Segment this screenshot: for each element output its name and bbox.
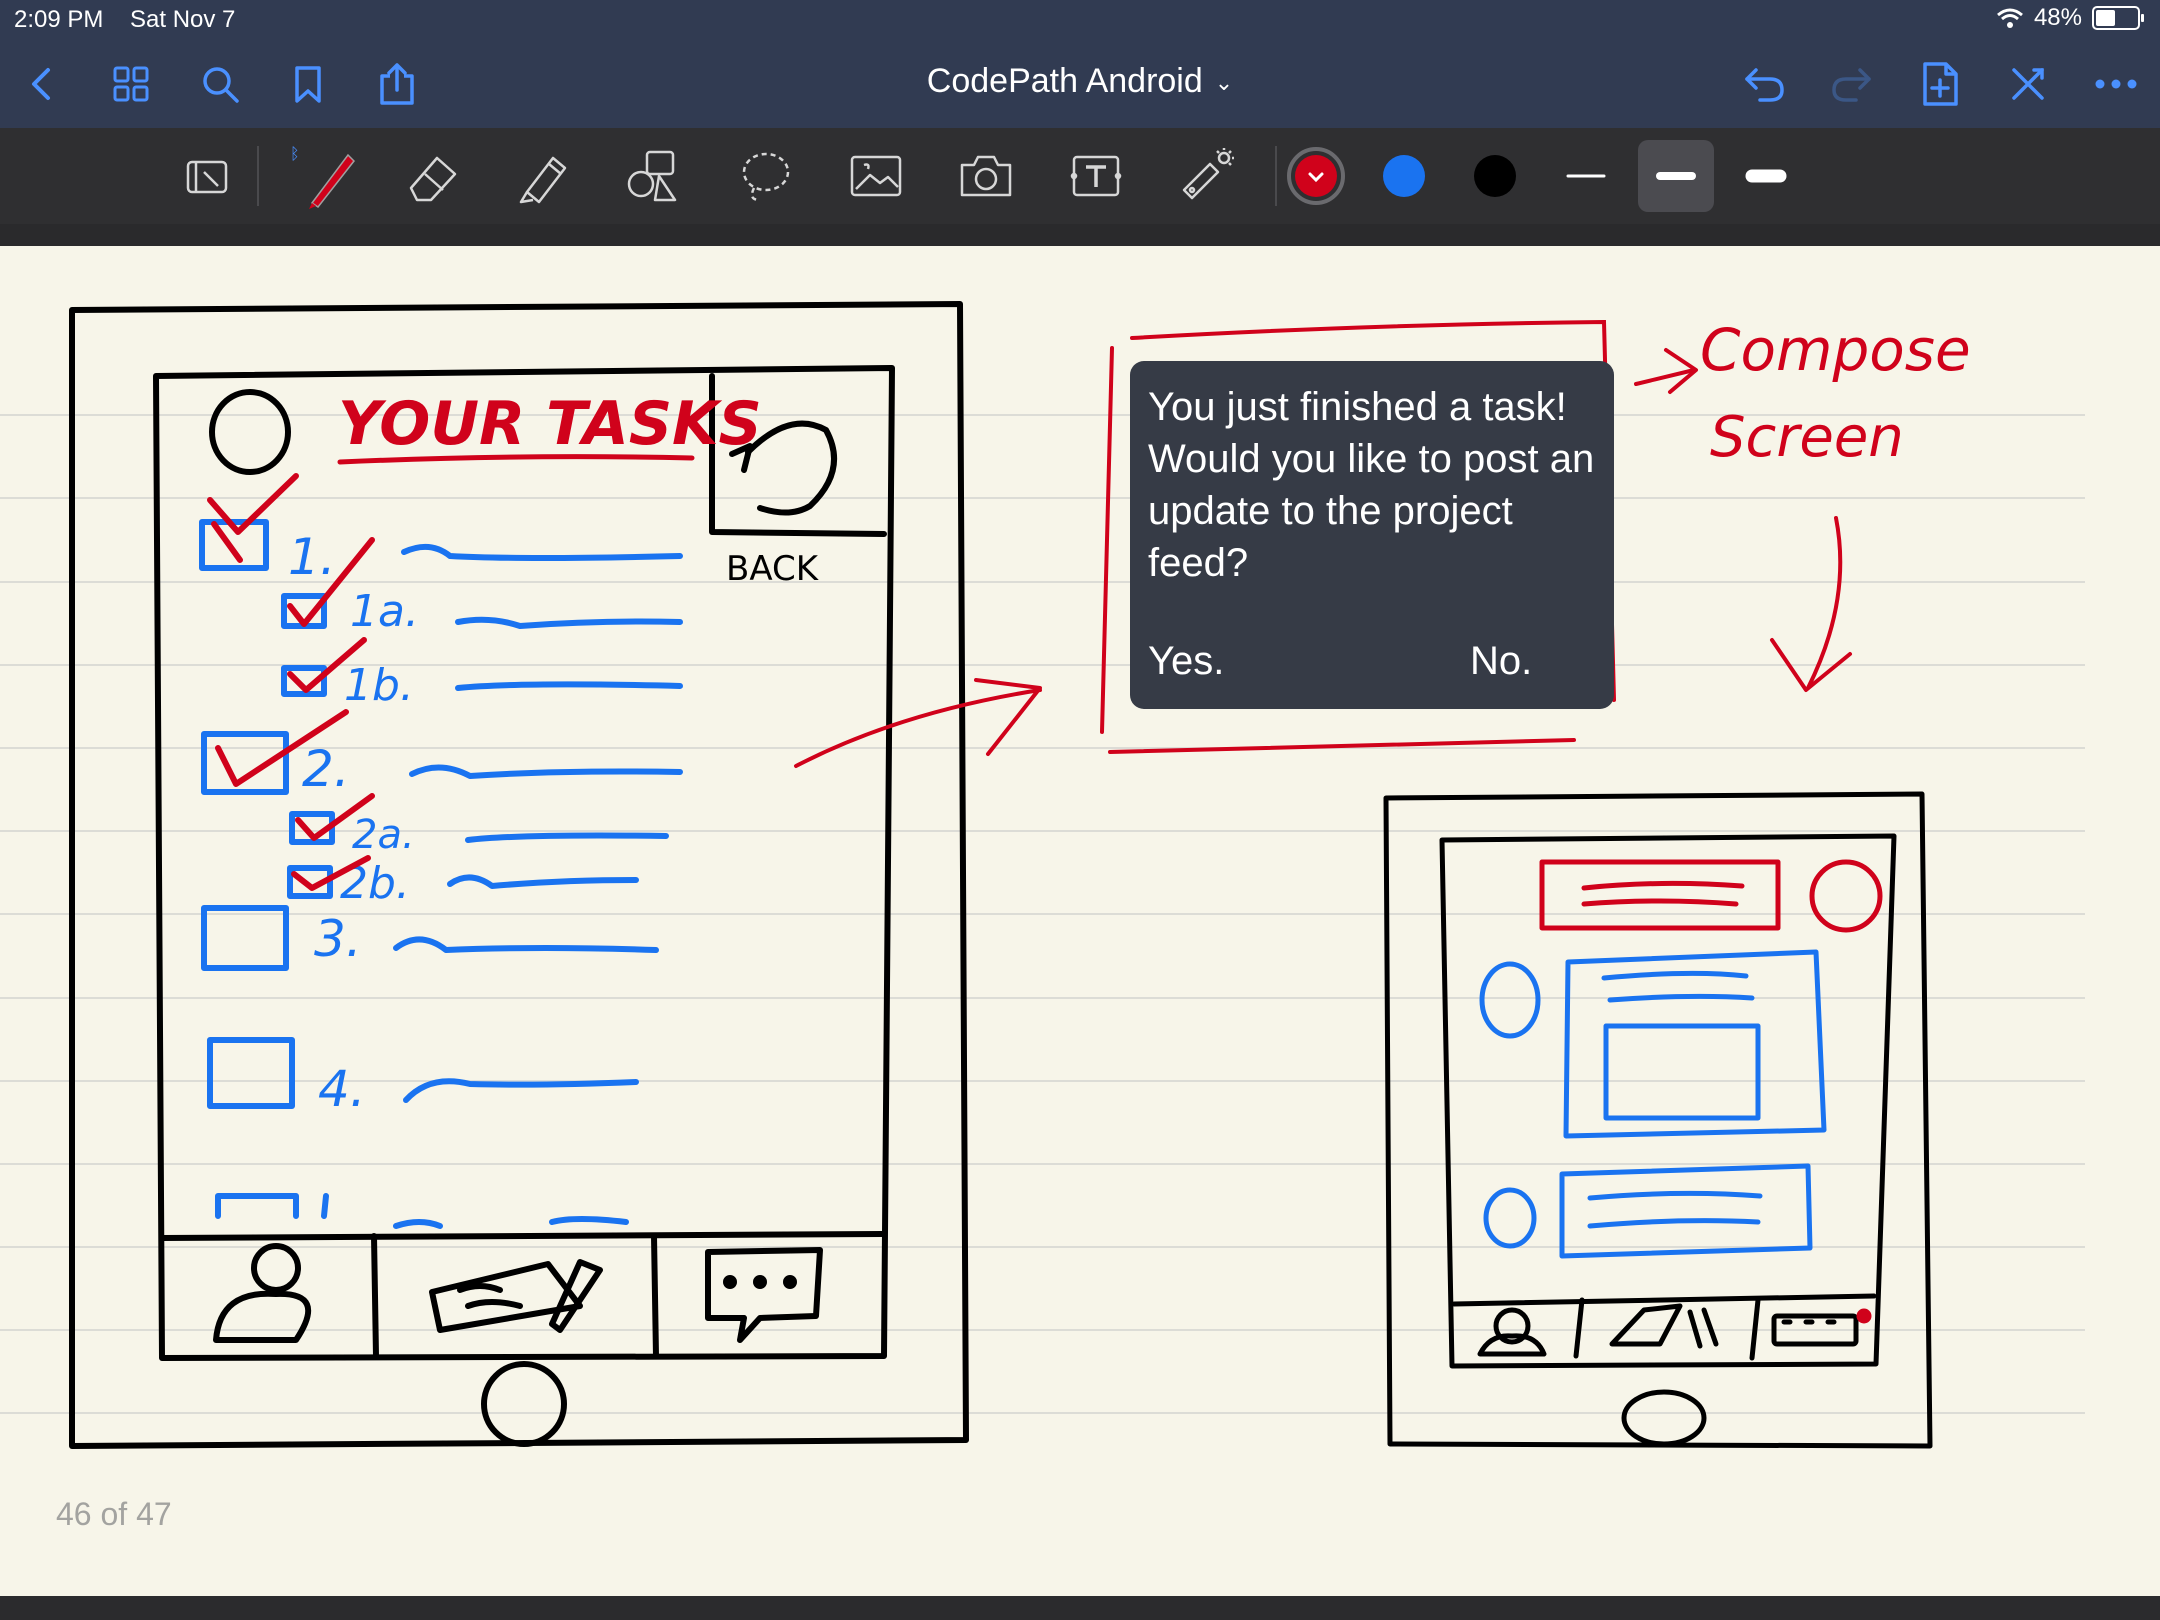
lasso-icon[interactable] <box>728 140 804 212</box>
note-canvas[interactable]: YOUR TASKS BACK 1. 1a. 1b. 2. 2a. 2b. 3.… <box>0 246 2160 1596</box>
eraser-icon[interactable] <box>395 140 471 212</box>
annotation-compose: Compose <box>1700 316 1971 384</box>
annotation-screen: Screen <box>1710 405 1904 470</box>
stroke-thick-icon[interactable] <box>1728 140 1804 212</box>
sketch-back-label: BACK <box>726 549 820 589</box>
status-time: 2:09 PM <box>14 6 104 33</box>
status-bar: 2:09 PM Sat Nov 7 48% <box>0 0 2160 40</box>
undo-icon[interactable] <box>1734 54 1794 114</box>
stroke-thin-icon[interactable] <box>1548 140 1624 212</box>
reading-mode-icon[interactable] <box>170 140 246 212</box>
color-swatch-red[interactable] <box>1278 140 1354 212</box>
color-swatch-blue[interactable] <box>1366 140 1442 212</box>
add-page-icon[interactable] <box>1910 54 1970 114</box>
yes-option[interactable]: Yes. <box>1148 639 1224 684</box>
annotation-arrows <box>1634 348 1852 692</box>
color-swatch-black[interactable] <box>1457 140 1533 212</box>
dialog-message: You just finished a task! Would you like… <box>1148 385 1595 585</box>
task-number: 2. <box>302 740 350 798</box>
task-number: 1a. <box>350 586 419 637</box>
image-icon[interactable] <box>838 140 914 212</box>
task-number: 3. <box>314 910 362 968</box>
redo-icon[interactable] <box>1822 54 1882 114</box>
close-icon[interactable] <box>1998 54 2058 114</box>
toolbar-divider <box>1275 146 1277 206</box>
pen-icon[interactable]: ᛒ <box>285 140 361 212</box>
battery-percent: 48% <box>2033 4 2082 31</box>
phone-sketch-tasks <box>69 301 969 1449</box>
toolbar-shadow <box>0 224 2160 246</box>
document-title-text: CodePath Android <box>926 62 1203 100</box>
battery-icon <box>2092 6 2144 30</box>
highlighter-icon[interactable] <box>505 140 581 212</box>
nav-bar: CodePath Android ⌄ <box>0 40 2160 128</box>
toolbar-divider <box>257 146 259 206</box>
update-prompt-dialog: You just finished a task! Would you like… <box>1130 361 1614 709</box>
flow-arrow <box>794 678 1042 768</box>
task-number: 1. <box>288 528 336 586</box>
handwritten-sketch: YOUR TASKS BACK 1. 1a. 1b. 2. 2a. 2b. 3.… <box>0 301 2085 1449</box>
status-right: 48% <box>1996 4 2144 32</box>
wifi-icon <box>1996 8 2023 28</box>
sketch-title: YOUR TASKS <box>338 389 762 459</box>
task-number: 4. <box>318 1060 366 1118</box>
no-option[interactable]: No. <box>1470 639 1532 684</box>
status-date: Sat Nov 7 <box>130 6 236 33</box>
checkbox-list <box>199 519 683 1229</box>
feed-posts <box>1479 949 1837 1325</box>
task-number: 1b. <box>344 660 414 711</box>
chevron-down-icon: ⌄ <box>1214 70 1234 96</box>
bottom-bar <box>0 1596 2160 1620</box>
text-icon[interactable] <box>1058 140 1134 212</box>
page-counter: 46 of 47 <box>56 1496 172 1532</box>
shapes-icon[interactable] <box>615 140 691 212</box>
stroke-medium-icon[interactable] <box>1638 140 1714 212</box>
task-number: 2a. <box>352 812 415 858</box>
drawing-toolbar: ᛒ <box>0 128 2160 224</box>
laser-pointer-icon[interactable] <box>1168 140 1244 212</box>
camera-icon[interactable] <box>948 140 1024 212</box>
more-icon[interactable] <box>2086 54 2146 114</box>
svg-text:ᛒ: ᛒ <box>290 144 300 163</box>
